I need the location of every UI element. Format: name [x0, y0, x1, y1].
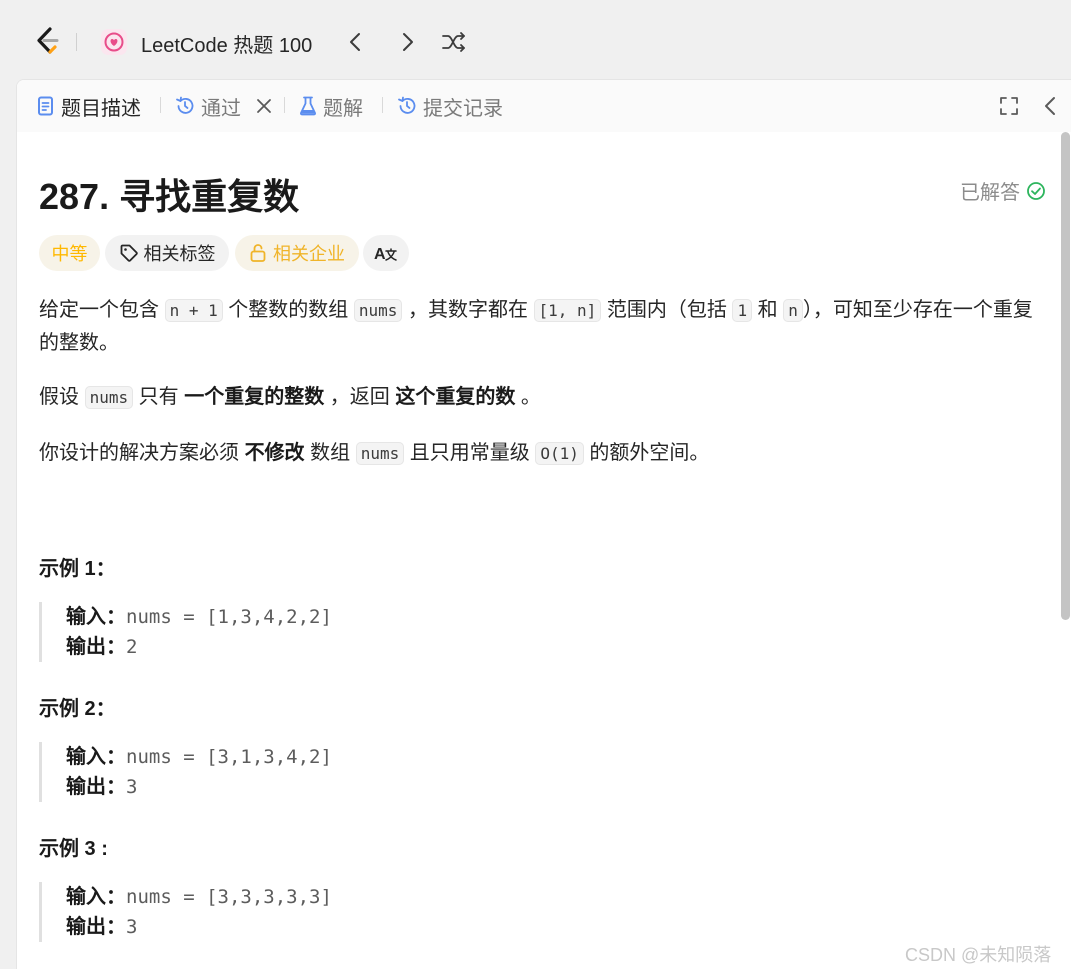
- text: 的额外空间。: [583, 442, 710, 464]
- bold-text: 不修改: [244, 442, 305, 464]
- example-output-line: 输出：3: [66, 912, 639, 942]
- translate-button[interactable]: A: [363, 235, 409, 271]
- history-icon: [398, 96, 416, 114]
- scrollbar-thumb[interactable]: [1061, 132, 1070, 620]
- divider: [160, 97, 161, 113]
- input-value: nums = [3,3,3,3,3]: [126, 886, 332, 908]
- tab-bar: 题目描述 通过 题解 提交记录: [17, 80, 1071, 132]
- example-output-line: 输出：3: [66, 772, 639, 802]
- inline-code: nums: [353, 299, 403, 322]
- fullscreen-icon[interactable]: [998, 95, 1020, 117]
- text: 。: [515, 386, 541, 408]
- input-label: 输入：: [66, 746, 126, 768]
- inline-code: [1, n]: [533, 299, 602, 322]
- input-label: 输入：: [66, 886, 126, 908]
- close-icon[interactable]: [255, 97, 273, 115]
- example-title: 示例 1：: [39, 558, 116, 580]
- difficulty-badge: 中等: [39, 235, 100, 271]
- tab-description[interactable]: 题目描述: [37, 93, 141, 120]
- flask-icon: [299, 96, 317, 116]
- tab-label: 题解: [323, 97, 363, 120]
- input-value: nums = [3,1,3,4,2]: [126, 746, 332, 768]
- example-output-line: 输出：2: [66, 632, 639, 662]
- translate-icon: A: [374, 246, 397, 263]
- tab-label: 提交记录: [423, 97, 503, 120]
- text: 数组: [304, 442, 356, 464]
- input-label: 输入：: [66, 606, 126, 628]
- text: 且只用常量级: [404, 442, 536, 464]
- description-paragraph-2: 假设 nums 只有 一个重复的整数 ，返回 这个重复的数 。: [39, 381, 1039, 414]
- text: ，其数字都在: [402, 299, 534, 321]
- text: 个整数的数组: [222, 299, 354, 321]
- lock-icon: [250, 244, 266, 262]
- description-paragraph-1: 给定一个包含 n + 1 个整数的数组 nums ，其数字都在 [1, n] 范…: [39, 294, 1039, 360]
- tab-accepted[interactable]: 通过: [175, 93, 241, 120]
- text: 范围内（包括: [601, 299, 733, 321]
- svg-text:A: A: [374, 246, 386, 263]
- bold-text: 一个重复的整数: [184, 386, 325, 408]
- tab-label: 题目描述: [61, 97, 141, 120]
- tab-submissions[interactable]: 提交记录: [397, 93, 503, 120]
- topics-label: 相关标签: [143, 244, 216, 264]
- output-value: 2: [126, 636, 138, 658]
- text: 你设计的解决方案必须: [39, 442, 245, 464]
- example-block: 输入：nums = [1,3,4,2,2] 输出：2: [39, 602, 639, 662]
- example-input-line: 输入：nums = [3,3,3,3,3]: [66, 882, 639, 912]
- output-label: 输出：: [66, 636, 126, 658]
- inline-code: n + 1: [164, 299, 223, 322]
- description-paragraph-3: 你设计的解决方案必须 不修改 数组 nums 且只用常量级 O(1) 的额外空间…: [39, 437, 1039, 470]
- tab-label: 通过: [201, 97, 241, 120]
- output-value: 3: [126, 916, 138, 938]
- tag-icon: [120, 244, 138, 262]
- divider: [76, 33, 77, 51]
- output-label: 输出：: [66, 776, 126, 798]
- output-label: 输出：: [66, 916, 126, 938]
- heart-list-icon[interactable]: [100, 28, 128, 56]
- example-input-line: 输入：nums = [1,3,4,2,2]: [66, 602, 639, 632]
- watermark: CSDN @未知陨落: [905, 945, 1052, 965]
- topics-tag-button[interactable]: 相关标签: [105, 235, 229, 271]
- leetcode-logo-icon[interactable]: [33, 26, 63, 56]
- check-circle-icon: [1027, 181, 1045, 200]
- text: 假设: [39, 386, 85, 408]
- inline-code: 1: [732, 299, 753, 322]
- problem-title: 287. 寻找重复数: [39, 176, 300, 217]
- divider: [284, 97, 285, 113]
- chevron-right-icon[interactable]: [394, 28, 420, 56]
- text: 和: [752, 299, 784, 321]
- companies-tag-button[interactable]: 相关企业: [235, 235, 359, 271]
- divider: [382, 97, 383, 113]
- example-input-line: 输入：nums = [3,1,3,4,2]: [66, 742, 639, 772]
- shuffle-icon[interactable]: [441, 28, 467, 56]
- inline-code: nums: [355, 442, 405, 465]
- text: 给定一个包含: [39, 299, 165, 321]
- top-bar: LeetCode 热题 100: [0, 0, 1071, 80]
- solved-label: 已解答: [960, 182, 1020, 204]
- text: 只有: [133, 386, 185, 408]
- inline-code: n: [783, 299, 803, 322]
- solved-status: 已解答: [960, 176, 1046, 205]
- collapse-icon[interactable]: [1041, 95, 1061, 117]
- inline-code: O(1): [535, 442, 584, 465]
- text: ，返回: [324, 386, 396, 408]
- bold-text: 这个重复的数: [395, 386, 516, 408]
- input-value: nums = [1,3,4,2,2]: [126, 606, 332, 628]
- history-icon: [176, 96, 194, 114]
- tab-solutions[interactable]: 题解: [299, 93, 363, 120]
- document-icon: [38, 96, 53, 116]
- inline-code: nums: [84, 386, 134, 409]
- example-block: 输入：nums = [3,1,3,4,2] 输出：3: [39, 742, 639, 802]
- output-value: 3: [126, 776, 138, 798]
- companies-label: 相关企业: [273, 244, 345, 264]
- example-title: 示例 2：: [39, 698, 116, 720]
- chevron-left-icon[interactable]: [343, 28, 369, 56]
- study-plan-title[interactable]: LeetCode 热题 100: [141, 29, 312, 58]
- problem-panel: 题目描述 通过 题解 提交记录 287. 寻找重复数 已解答 中等 相关标签 相…: [16, 79, 1071, 969]
- example-title: 示例 3 :: [39, 838, 108, 860]
- problem-content: 287. 寻找重复数 已解答 中等 相关标签 相关企业 A 给定一个包含 n +…: [17, 132, 1058, 969]
- example-block: 输入：nums = [3,3,3,3,3] 输出：3: [39, 882, 639, 942]
